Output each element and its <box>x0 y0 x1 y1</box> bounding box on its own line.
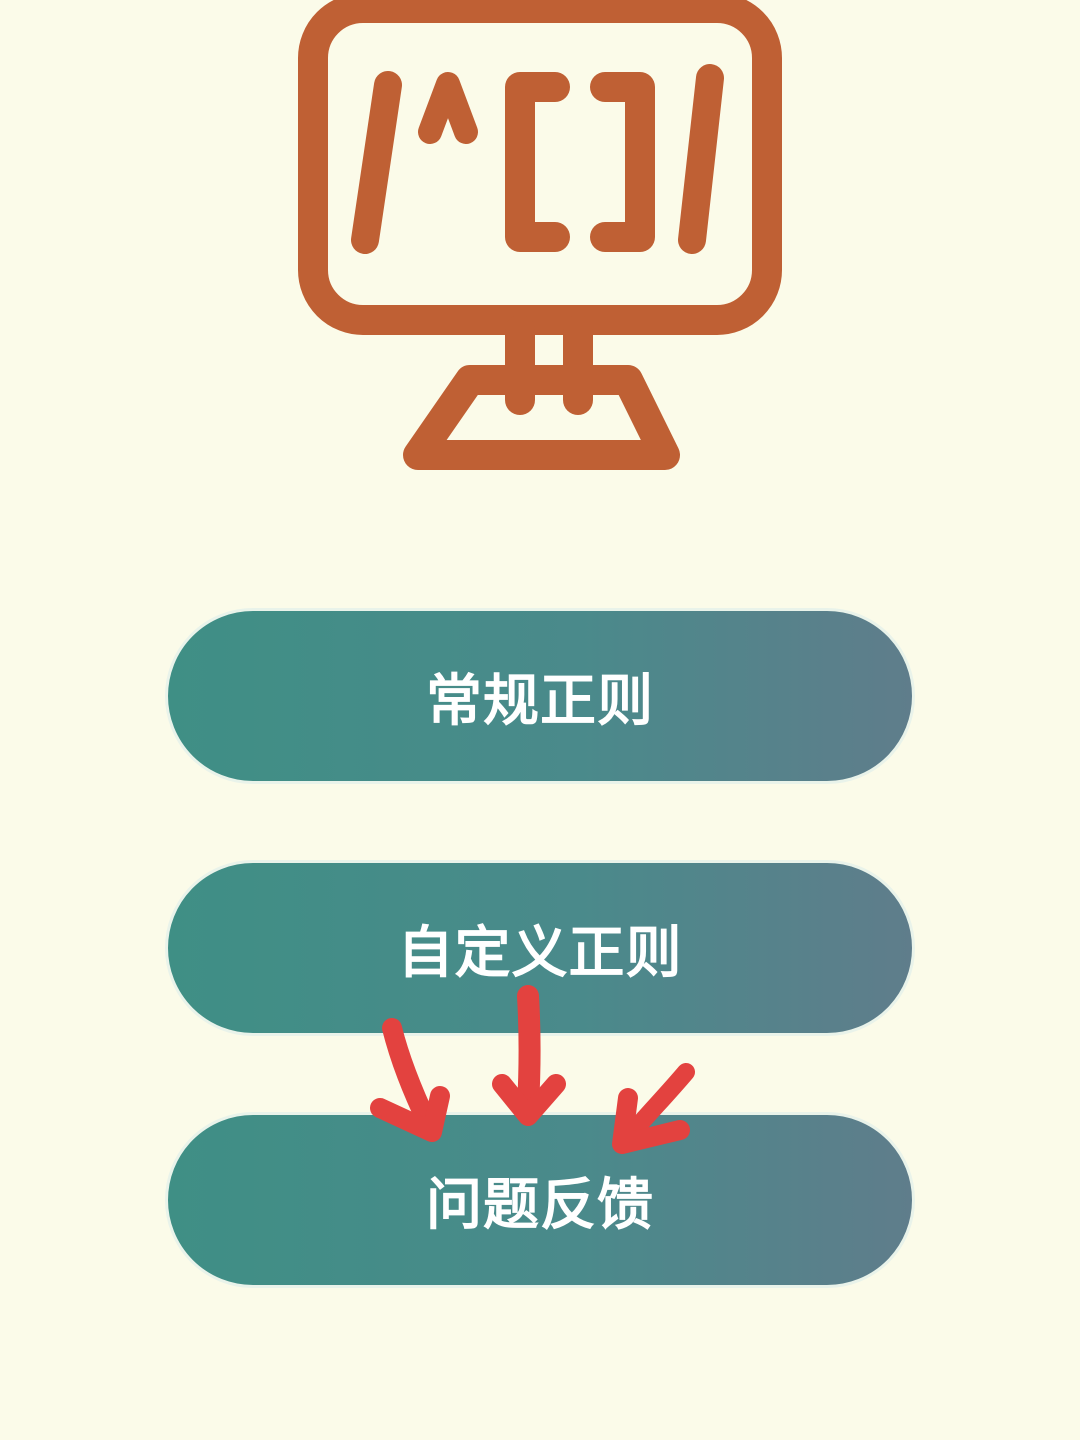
regular-regex-button[interactable]: 常规正则 <box>165 608 915 784</box>
custom-regex-button[interactable]: 自定义正则 <box>165 860 915 1036</box>
app-screen: 常规正则 自定义正则 问题反馈 <box>0 0 1080 1440</box>
monitor-regex-icon <box>298 0 782 470</box>
custom-regex-label: 自定义正则 <box>397 920 683 986</box>
feedback-label: 问题反馈 <box>426 1172 654 1238</box>
feedback-button[interactable]: 问题反馈 <box>165 1112 915 1288</box>
regular-regex-label: 常规正则 <box>426 668 654 734</box>
